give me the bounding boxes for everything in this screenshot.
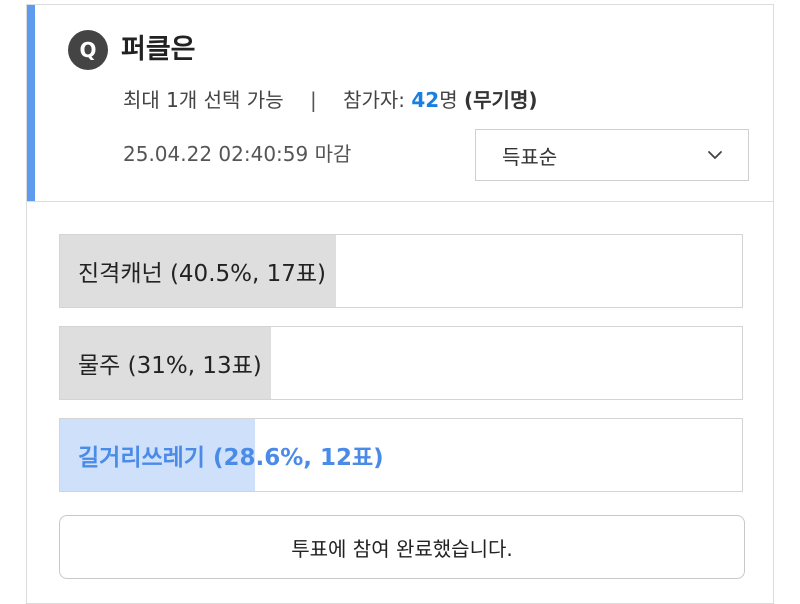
poll-title: 퍼클은	[121, 34, 196, 65]
poll-option[interactable]: 진격캐넌 (40.5%, 17표)	[59, 234, 743, 308]
poll-option-label: 물주 (31%, 13표)	[78, 353, 262, 379]
poll-meta: 최대 1개 선택 가능 | 참가자: 42명 (무기명)	[123, 85, 537, 115]
poll-card: Q 퍼클은 최대 1개 선택 가능 | 참가자: 42명 (무기명) 25.04…	[26, 4, 774, 604]
sort-dropdown-value: 득표순	[502, 144, 558, 169]
participants-unit: 명	[439, 88, 458, 112]
header-divider	[27, 201, 773, 202]
question-badge: Q	[68, 30, 108, 70]
poll-option[interactable]: 길거리쓰레기 (28.6%, 12표)	[59, 418, 743, 492]
meta-separator: |	[309, 88, 317, 112]
sort-dropdown[interactable]: 득표순	[475, 129, 749, 181]
poll-options: 진격캐넌 (40.5%, 17표) 물주 (31%, 13표) 길거리쓰레기 (…	[59, 234, 743, 510]
anonymous-badge: (무기명)	[464, 88, 538, 112]
selection-limit: 최대 1개 선택 가능	[123, 88, 284, 112]
poll-header: Q 퍼클은 최대 1개 선택 가능 | 참가자: 42명 (무기명) 25.04…	[27, 5, 773, 201]
participants-label: 참가자:	[343, 88, 406, 112]
chevron-down-icon	[708, 151, 722, 159]
vote-complete-button[interactable]: 투표에 참여 완료했습니다.	[59, 515, 745, 579]
poll-option-label: 진격캐넌 (40.5%, 17표)	[78, 261, 327, 287]
poll-deadline: 25.04.22 02:40:59 마감	[123, 142, 352, 166]
participants-count: 42	[411, 88, 440, 112]
poll-option[interactable]: 물주 (31%, 13표)	[59, 326, 743, 400]
poll-option-label: 길거리쓰레기 (28.6%, 12표)	[78, 445, 384, 471]
